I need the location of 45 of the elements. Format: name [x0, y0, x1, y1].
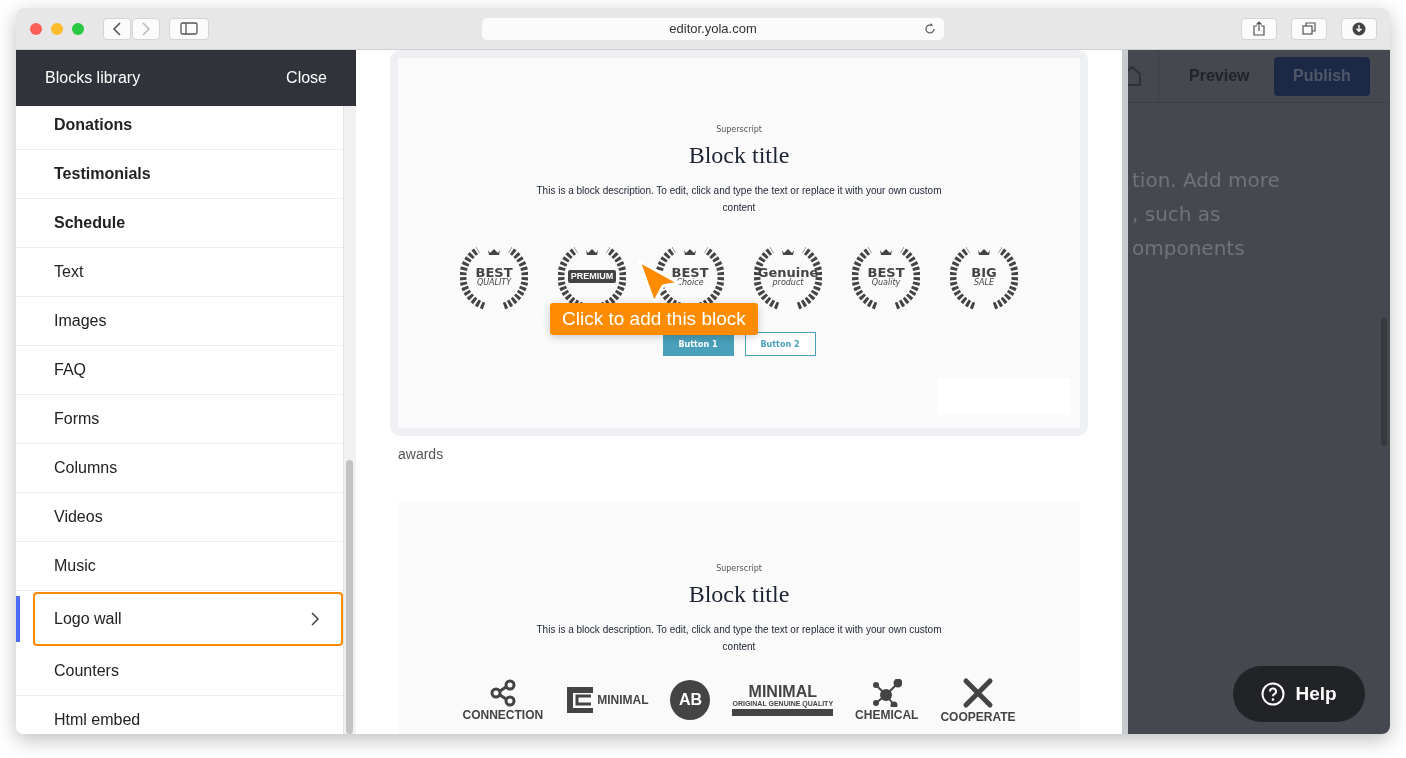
- block-caption: awards: [398, 446, 444, 462]
- close-window-icon[interactable]: [30, 22, 42, 35]
- block-description: This is a block description. To edit, click and type the text or replace it with your own custom content: [535, 623, 943, 654]
- badge-label: Genuine product: [757, 265, 819, 287]
- downloads-button[interactable]: [1341, 17, 1377, 40]
- badge-label: PREMIUM: [567, 269, 617, 283]
- close-button[interactable]: Close: [286, 69, 327, 87]
- sidebar-toggle-button[interactable]: [169, 17, 209, 40]
- help-icon: [1261, 682, 1286, 706]
- home-icon[interactable]: [1128, 65, 1142, 87]
- sidebar-icon: [180, 22, 198, 35]
- logo-text: MINIMAL: [597, 694, 649, 706]
- badge-label: BEST Quality: [867, 265, 905, 287]
- bracket-icon: [565, 685, 596, 715]
- badge-label: BIG SALE: [971, 265, 997, 287]
- tabs-button[interactable]: [1291, 17, 1327, 40]
- zoom-window-icon[interactable]: [72, 22, 84, 35]
- logo-text: CONNECTION: [462, 709, 544, 721]
- tabs-icon: [1302, 22, 1316, 35]
- block-description: This is a block description. To edit, click and type the text or replace it with your own custom content: [535, 184, 943, 215]
- download-icon: [1352, 21, 1366, 36]
- forward-button[interactable]: [132, 17, 160, 40]
- logo-text: CHEMICAL: [855, 709, 919, 721]
- url-text: editor.yola.com: [669, 21, 757, 36]
- help-button[interactable]: Help: [1233, 666, 1365, 722]
- scrollbar-thumb[interactable]: [346, 460, 353, 734]
- back-icon: [112, 21, 122, 36]
- forward-icon: [141, 21, 151, 36]
- badge-label: BEST QUALITY: [475, 265, 513, 287]
- share-button[interactable]: [1241, 17, 1277, 40]
- logo-text: COOPERATE: [940, 711, 1016, 723]
- circle-logo: AB: [670, 680, 711, 720]
- reload-icon[interactable]: [924, 22, 936, 35]
- panel-title: Blocks library: [45, 69, 141, 87]
- back-button[interactable]: [103, 17, 131, 40]
- chevron-icon: [311, 612, 319, 626]
- molecule-icon: [871, 679, 902, 707]
- share-icon: [1253, 21, 1265, 36]
- crossed-bars-icon: [961, 677, 994, 709]
- superscript-text: Superscript: [716, 564, 762, 573]
- superscript-text: Superscript: [716, 125, 762, 134]
- block-title: Block title: [688, 142, 790, 169]
- address-bar[interactable]: editor.yola.com: [482, 17, 944, 40]
- outline-button: Button 2: [744, 332, 816, 356]
- block-title: Block title: [688, 581, 790, 608]
